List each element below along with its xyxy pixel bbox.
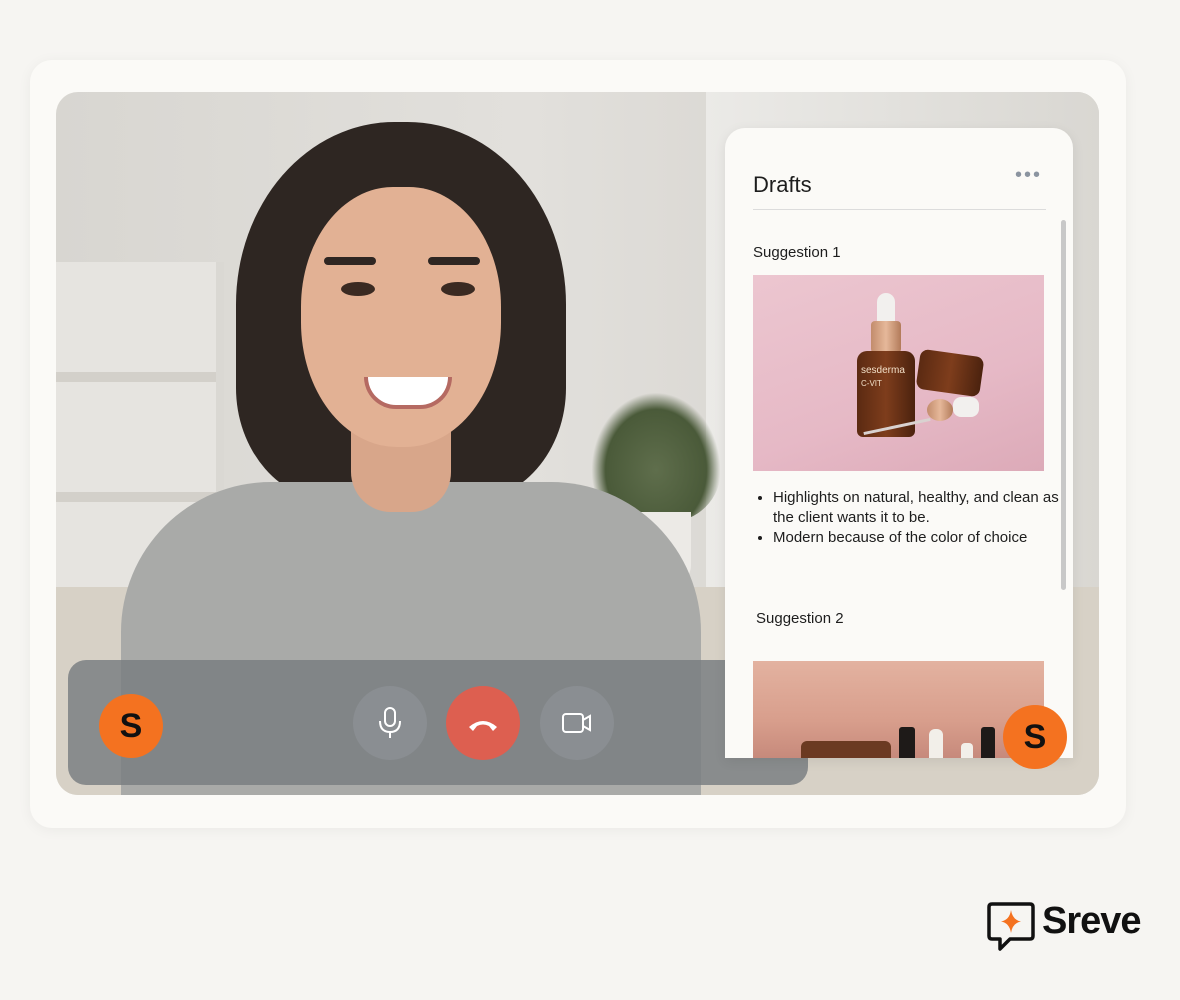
suggestion-2-image[interactable] <box>753 661 1044 758</box>
product-bottle <box>899 727 915 758</box>
shelf-board <box>56 372 216 382</box>
person-brow <box>428 257 480 265</box>
bottle-cap <box>871 321 901 353</box>
avatar-initial: S <box>1023 717 1047 756</box>
toggle-camera-button[interactable] <box>540 686 614 760</box>
suggestion-1-notes: Highlights on natural, healthy, and clea… <box>753 488 1073 548</box>
product-bottle <box>981 727 995 758</box>
shelf-board <box>56 492 216 502</box>
list-item: Highlights on natural, healthy, and clea… <box>773 488 1073 528</box>
product-bottle <box>929 729 943 758</box>
call-control-bar <box>68 660 808 785</box>
brand-name: Sreve <box>1042 900 1142 942</box>
chat-sparkle-icon <box>987 902 1035 951</box>
local-user-avatar[interactable]: S <box>99 694 163 758</box>
drafts-title: Drafts <box>753 172 812 197</box>
remote-user-avatar[interactable]: S <box>1003 705 1067 769</box>
list-item: Modern because of the color of choice <box>773 528 1073 548</box>
avatar-initial: S <box>119 706 143 745</box>
serum-bottle-lying <box>915 348 985 398</box>
microphone-icon <box>379 707 401 738</box>
suggestion-1-image[interactable]: sesderma C-VIT <box>753 275 1044 471</box>
divider <box>753 209 1046 210</box>
product-tray <box>801 741 891 758</box>
person-eye <box>341 282 375 296</box>
brand-logo: Sreve <box>986 898 1156 954</box>
phone-hangup-icon <box>469 721 497 731</box>
bottle-product: C-VIT <box>861 379 882 388</box>
product-bottle <box>961 743 973 758</box>
more-options-icon[interactable]: ••• <box>1015 164 1042 187</box>
person-eye <box>441 282 475 296</box>
suggestion-2-label: Suggestion 2 <box>756 610 844 627</box>
video-camera-icon <box>562 713 591 733</box>
person-brow <box>324 257 376 265</box>
suggestion-1-label: Suggestion 1 <box>753 244 841 261</box>
dropper-bulb <box>953 397 979 417</box>
bottle-brand: sesderma <box>861 365 905 376</box>
dropper-cap <box>927 399 953 421</box>
mute-microphone-button[interactable] <box>353 686 427 760</box>
end-call-button[interactable] <box>446 686 520 760</box>
drafts-panel: Drafts ••• Suggestion 1 sesderma C-VIT H… <box>725 128 1073 758</box>
